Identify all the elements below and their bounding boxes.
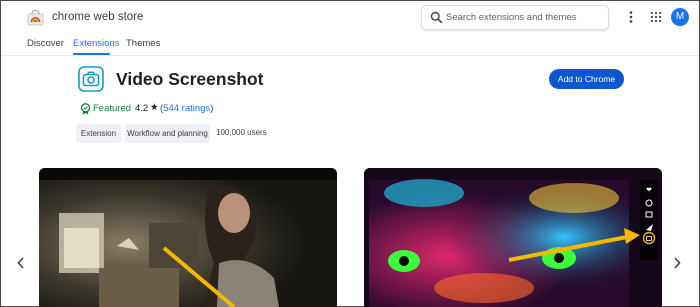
tab-extensions[interactable]: Extensions	[73, 38, 119, 49]
rating-count: (544 ratings)	[160, 103, 214, 114]
tab-themes[interactable]: Themes	[126, 38, 160, 49]
user-count: 100,000 users	[216, 128, 267, 137]
extension-title: Video Screenshot	[116, 69, 264, 89]
chrome-web-store-logo[interactable]	[27, 9, 44, 26]
screenshot-2-image: ❤	[364, 168, 662, 307]
camera-icon	[78, 66, 104, 92]
search-box[interactable]: Search extensions and themes	[421, 5, 609, 30]
apps-grid-icon[interactable]	[650, 11, 662, 23]
chip-extension[interactable]: Extension	[76, 124, 121, 143]
featured-badge-icon	[80, 103, 91, 115]
nav-divider	[1, 55, 699, 56]
chevron-right-icon[interactable]	[671, 256, 683, 270]
rating-value: 4.2	[135, 103, 149, 114]
more-vert-icon[interactable]	[625, 10, 637, 24]
tab-discover[interactable]: Discover	[27, 38, 64, 49]
screenshot-2[interactable]: ❤	[364, 168, 662, 307]
svg-text:❤: ❤	[646, 186, 652, 194]
account-avatar[interactable]: M	[671, 8, 689, 26]
add-to-chrome-button[interactable]: Add to Chrome	[549, 69, 624, 89]
star-icon: ★	[150, 102, 159, 113]
screenshot-1[interactable]	[39, 168, 337, 307]
chip-category[interactable]: Workflow and planning	[125, 124, 210, 143]
search-input[interactable]: Search extensions and themes	[446, 12, 576, 23]
ratings-link[interactable]: 544 ratings	[163, 103, 210, 114]
featured-label[interactable]: Featured	[93, 103, 131, 114]
search-icon	[430, 11, 443, 24]
chevron-left-icon[interactable]	[15, 256, 27, 270]
store-brand-name[interactable]: chrome web store	[52, 11, 143, 23]
screenshot-1-image	[39, 168, 337, 307]
